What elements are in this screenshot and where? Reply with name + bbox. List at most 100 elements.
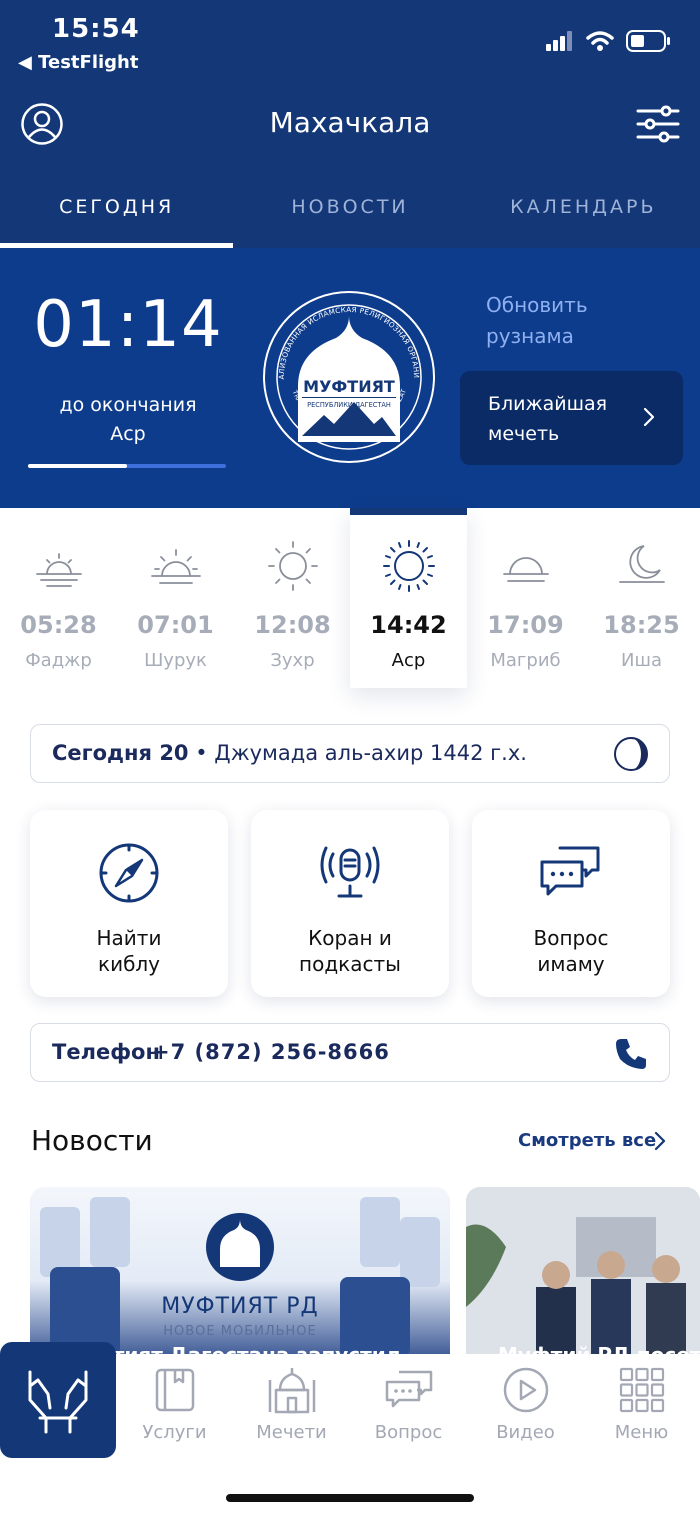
prayer-name: Аср (391, 650, 426, 671)
grid-icon (619, 1367, 664, 1413)
news-card[interactable]: Муфтий РД посетил (466, 1187, 700, 1357)
news-section-title: Новости (31, 1124, 153, 1157)
prayer-maghrib[interactable]: 17:09 Магриб (467, 508, 584, 688)
tab-question[interactable]: Вопрос (350, 1366, 467, 1443)
quran-podcasts-card[interactable]: Коран и подкасты (251, 810, 449, 997)
moon-icon (619, 545, 665, 583)
tab-mosques[interactable]: Мечети (233, 1366, 350, 1443)
phone-icon[interactable] (613, 1036, 649, 1072)
countdown-label: до окончания Аср (28, 391, 228, 449)
battery-icon (626, 30, 670, 52)
tab-news[interactable]: НОВОСТИ (233, 190, 466, 248)
prayer-shuruk[interactable]: 07:01 Шурук (117, 508, 234, 688)
countdown-timer: 01:14 (33, 288, 223, 362)
phone-label: Телефон (52, 1040, 160, 1064)
tab-video[interactable]: Видео (467, 1366, 584, 1443)
nearest-line1: Ближайшая (488, 393, 608, 415)
bottom-tab-bar: Услуги Мечети Вопрос Видео Меню (0, 1342, 700, 1516)
prayer-time: 18:25 (603, 611, 680, 639)
muftiyat-logo: ЦЕНТРАЛИЗОВАННАЯ ИСЛАМСКАЯ РЕЛИГИОЗНАЯ О… (262, 290, 435, 463)
tab-label: Мечети (256, 1422, 327, 1443)
news-card-brand: МУФТИЯТ РД (161, 1294, 319, 1319)
play-icon (503, 1367, 548, 1413)
prayer-time: 07:01 (137, 611, 214, 639)
card-label-line1: Коран и (308, 926, 392, 950)
prayer-time: 05:28 (20, 611, 97, 639)
card-label-line2: имаму (537, 952, 605, 976)
card-label-line1: Вопрос (533, 926, 609, 950)
ask-imam-card[interactable]: Вопрос имаму (472, 810, 670, 997)
chevron-right-icon (643, 407, 655, 427)
prayer-name: Зухр (270, 650, 315, 671)
prayer-time: 14:42 (370, 611, 447, 639)
news-card[interactable]: МУФТИЯТ РД НОВОЕ МОБИЛЬНОЕ Муфтият Дагес… (30, 1187, 450, 1357)
see-all-news-link[interactable]: Смотреть все (518, 1130, 656, 1151)
nearest-mosque-label: Ближайшая мечеть (488, 389, 638, 449)
prayer-name: Шурук (144, 650, 207, 671)
sun-icon (383, 540, 435, 592)
home-indicator (226, 1494, 474, 1502)
nearest-mosque-button[interactable]: Ближайшая мечеть (460, 371, 683, 465)
tab-today[interactable]: СЕГОДНЯ (0, 190, 234, 248)
hijri-date-bar[interactable]: Сегодня 20 • Джумада аль-ахир 1442 г.х. (30, 724, 670, 783)
prayer-progress-bar (28, 464, 226, 468)
news-image (466, 1187, 700, 1357)
microphone-icon (320, 846, 380, 898)
refresh-schedule-link[interactable]: Обновить рузнама (486, 290, 588, 352)
testflight-back-link[interactable]: ◀ TestFlight (18, 52, 138, 73)
hands-icon (28, 1370, 88, 1434)
tab-calendar[interactable]: КАЛЕНДАРЬ (467, 190, 700, 248)
top-tabs: СЕГОДНЯ НОВОСТИ КАЛЕНДАРЬ (0, 190, 700, 248)
chat-icon (540, 846, 600, 896)
card-label: Найти киблу (30, 925, 228, 977)
card-label-line2: киблу (97, 952, 161, 976)
top-header: 15:54 ◀ TestFlight Махачкала СЕГОДНЯ НОВ… (0, 0, 700, 248)
card-label: Коран и подкасты (251, 925, 449, 977)
status-icons (546, 30, 672, 52)
prayer-zuhr[interactable]: 12:08 Зухр (234, 508, 351, 688)
phone-number[interactable]: +7 (872) 256-8666 (152, 1040, 390, 1064)
phone-bar[interactable]: Телефон +7 (872) 256-8666 (30, 1023, 670, 1082)
prayer-isha[interactable]: 18:25 Иша (583, 508, 700, 688)
city-title[interactable]: Махачкала (0, 106, 700, 139)
hero-panel: 01:14 до окончания Аср ЦЕНТРАЛИЗОВАННАЯ … (0, 248, 700, 508)
date-hijri: • Джумада аль-ахир 1442 г.х. (188, 741, 527, 765)
prayer-fajr[interactable]: 05:28 Фаджр (0, 508, 117, 688)
news-card-subtitle: НОВОЕ МОБИЛЬНОЕ (163, 1324, 317, 1339)
prayer-name: Магриб (490, 650, 561, 671)
tab-label: Услуги (142, 1422, 207, 1443)
qibla-card[interactable]: Найти киблу (30, 810, 228, 997)
compass-icon (99, 843, 159, 903)
home-tab[interactable] (0, 1342, 116, 1458)
mosque-icon (268, 1368, 315, 1414)
prayer-progress-fill (28, 464, 127, 468)
wifi-icon (586, 31, 614, 51)
prayer-time: 17:09 (487, 611, 564, 639)
tab-label: Вопрос (374, 1422, 443, 1443)
sun-icon (268, 541, 318, 591)
card-label-line2: подкасты (299, 952, 401, 976)
signal-icon (546, 31, 572, 51)
sunrise-icon (36, 553, 82, 587)
sunrise-full-icon (151, 549, 201, 584)
logo-name: МУФТИЯТ (303, 377, 395, 396)
prayer-time: 12:08 (254, 611, 331, 639)
prayer-times-row: 05:28 Фаджр 07:01 Шурук 12:08 Зухр 14:42… (0, 508, 700, 688)
nearest-line2: мечеть (488, 423, 560, 445)
book-icon (155, 1368, 194, 1412)
card-label-line1: Найти (96, 926, 162, 950)
tab-label: Видео (496, 1422, 555, 1443)
moon-phase-icon (614, 737, 648, 771)
prayer-name: Иша (621, 650, 662, 671)
chat-icon (385, 1370, 432, 1408)
filter-icon[interactable] (636, 104, 680, 144)
hijri-date-text: Сегодня 20 • Джумада аль-ахир 1442 г.х. (52, 741, 527, 765)
prayer-asr[interactable]: 14:42 Аср (350, 508, 467, 688)
date-today-label: Сегодня 20 (52, 741, 189, 765)
tab-label: Меню (614, 1422, 669, 1443)
chevron-right-icon[interactable] (654, 1131, 666, 1151)
refresh-line2: рузнама (486, 324, 574, 348)
prayer-name: Фаджр (25, 650, 92, 671)
tab-menu[interactable]: Меню (583, 1366, 700, 1443)
tab-services[interactable]: Услуги (116, 1366, 233, 1443)
